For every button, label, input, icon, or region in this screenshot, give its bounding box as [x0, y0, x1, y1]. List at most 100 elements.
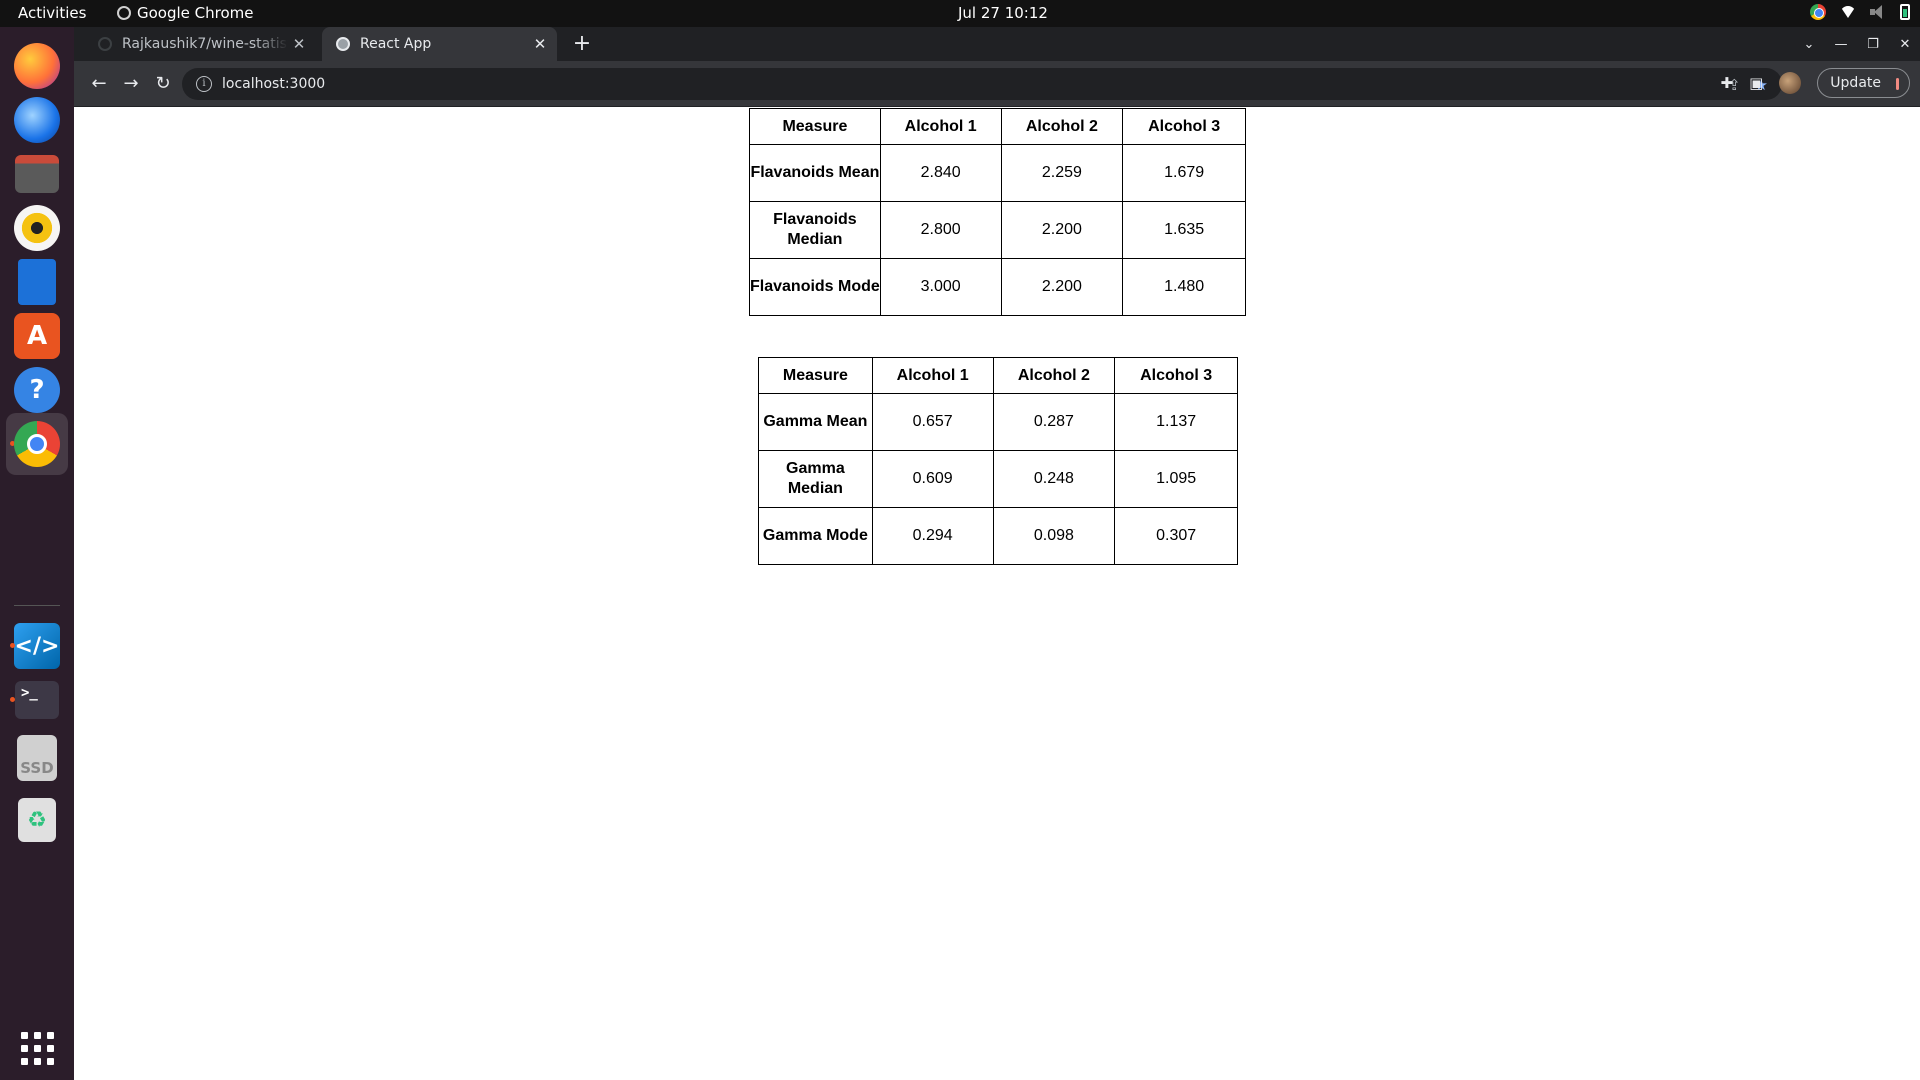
- row-label: Flavanoids Mean: [749, 144, 881, 202]
- table-row: Gamma Mean 0.657 0.287 1.137: [758, 393, 1238, 451]
- table-cell: 0.098: [992, 507, 1116, 565]
- system-tray[interactable]: [1810, 4, 1910, 20]
- header-cell: Alcohol 3: [1114, 357, 1238, 394]
- dock-show-apps[interactable]: [6, 1017, 68, 1079]
- dock-app-center[interactable]: A: [6, 305, 68, 367]
- table-cell: 3.000: [879, 258, 1002, 316]
- forward-icon[interactable]: →: [118, 71, 144, 97]
- header-cell: Alcohol 2: [1000, 108, 1124, 145]
- table-cell: 1.679: [1122, 144, 1246, 202]
- header-cell: Alcohol 1: [871, 357, 994, 394]
- table-row: Flavanoids Mode 3.000 2.200 1.480: [749, 258, 1246, 316]
- table-cell: 2.200: [1000, 201, 1124, 259]
- rhythmbox-icon: [14, 205, 60, 251]
- tab-title: React App: [360, 36, 432, 52]
- row-label: Flavanoids Mode: [749, 258, 881, 316]
- browser-toolbar: ← → ↻ i localhost:3000 ⇪ ★ ✚ ▣ Update: [74, 61, 1920, 107]
- table-cell: 0.307: [1114, 507, 1238, 565]
- header-cell: Alcohol 1: [879, 108, 1002, 145]
- site-info-icon[interactable]: i: [196, 76, 212, 92]
- activities-button[interactable]: Activities: [18, 4, 86, 22]
- row-label: Flavanoids Median: [749, 201, 881, 259]
- dock-writer[interactable]: [6, 251, 68, 313]
- table-cell: 0.287: [992, 393, 1116, 451]
- table-cell: 2.200: [1000, 258, 1124, 316]
- dock-trash[interactable]: ♻: [6, 789, 68, 851]
- table-cell: 2.840: [879, 144, 1002, 202]
- table-cell: 0.248: [992, 450, 1116, 508]
- close-tab-icon[interactable]: ✕: [288, 35, 310, 53]
- dock-firefox[interactable]: [6, 35, 68, 97]
- battery-icon[interactable]: [1900, 4, 1910, 20]
- show-apps-icon: [20, 1031, 54, 1065]
- running-indicator: [10, 697, 15, 702]
- profile-avatar[interactable]: [1779, 72, 1802, 94]
- new-tab-button[interactable]: +: [568, 30, 596, 58]
- tab-title: Rajkaushik7/wine-statistics: [122, 36, 288, 52]
- table-cell: 1.635: [1122, 201, 1246, 259]
- app-name: Google Chrome: [137, 4, 254, 22]
- ssd-drive-icon: SSD: [17, 735, 57, 781]
- header-cell: Measure: [749, 108, 881, 145]
- close-tab-icon[interactable]: ✕: [529, 35, 551, 53]
- libreoffice-writer-icon: [18, 259, 56, 305]
- volume-muted-icon[interactable]: [1870, 5, 1886, 19]
- extensions-puzzle-icon[interactable]: ✚: [1721, 74, 1734, 92]
- browser-window: Rajkaushik7/wine-statistics ✕ React App …: [74, 27, 1920, 1080]
- update-button[interactable]: Update: [1817, 68, 1910, 98]
- reload-icon[interactable]: ↻: [150, 71, 176, 97]
- table-cell: 0.609: [871, 450, 994, 508]
- header-cell: Alcohol 3: [1122, 108, 1246, 145]
- dock-help[interactable]: ?: [6, 359, 68, 421]
- table-row: Flavanoids Median 2.800 2.200 1.635: [749, 201, 1246, 259]
- table-row: Gamma Mode 0.294 0.098 0.307: [758, 507, 1238, 565]
- dock-vscode[interactable]: </>: [6, 615, 68, 677]
- tab-react-app[interactable]: React App ✕: [322, 27, 557, 61]
- address-bar[interactable]: i localhost:3000 ⇪ ★: [182, 68, 1782, 100]
- table-row: Gamma Median 0.609 0.248 1.095: [758, 450, 1238, 508]
- dock-ssd[interactable]: SSD: [6, 727, 68, 789]
- help-icon: ?: [14, 367, 60, 413]
- globe-favicon-icon: [336, 37, 350, 51]
- app-center-icon: A: [14, 313, 60, 359]
- tab-github[interactable]: Rajkaushik7/wine-statistics ✕: [84, 27, 316, 61]
- close-window-icon[interactable]: ✕: [1894, 37, 1916, 52]
- side-panel-icon[interactable]: ▣: [1749, 74, 1763, 92]
- dock-terminal[interactable]: >_: [6, 669, 68, 731]
- chrome-tray-icon[interactable]: [1810, 4, 1826, 20]
- table-row: Flavanoids Mean 2.840 2.259 1.679: [749, 144, 1246, 202]
- dock-separator: [14, 605, 60, 606]
- vscode-icon: </>: [14, 623, 60, 669]
- running-indicator: [10, 643, 15, 648]
- restore-icon[interactable]: ❐: [1862, 37, 1884, 52]
- back-icon[interactable]: ←: [86, 71, 112, 97]
- table-cell: 1.095: [1114, 450, 1238, 508]
- trash-icon: ♻: [18, 798, 56, 842]
- wifi-icon[interactable]: [1840, 6, 1856, 18]
- tab-search-icon[interactable]: ⌄: [1798, 37, 1820, 52]
- table-header-row: Measure Alcohol 1 Alcohol 2 Alcohol 3: [749, 108, 1246, 145]
- app-menu[interactable]: Google Chrome: [117, 4, 254, 22]
- table-cell: 2.259: [1000, 144, 1124, 202]
- dock-files[interactable]: [6, 143, 68, 205]
- url-text[interactable]: localhost:3000: [222, 76, 325, 92]
- github-favicon-icon: [98, 37, 112, 51]
- dock-thunderbird[interactable]: [6, 89, 68, 151]
- header-cell: Alcohol 2: [992, 357, 1116, 394]
- window-controls: ⌄ — ❐ ✕: [1798, 27, 1916, 61]
- row-label: Gamma Mode: [758, 507, 873, 565]
- clock[interactable]: Jul 27 10:12: [958, 4, 1048, 22]
- gamma-table: Measure Alcohol 1 Alcohol 2 Alcohol 3 Ga…: [758, 357, 1238, 565]
- toolbar-actions: ✚ ▣ Update: [1721, 68, 1910, 98]
- chrome-icon: [14, 421, 60, 467]
- dock-chrome[interactable]: [6, 413, 68, 475]
- header-cell: Measure: [758, 357, 873, 394]
- table-cell: 0.294: [871, 507, 994, 565]
- dock-rhythmbox[interactable]: [6, 197, 68, 259]
- table-cell: 1.480: [1122, 258, 1246, 316]
- minimize-icon[interactable]: —: [1830, 37, 1852, 52]
- flavanoids-table: Measure Alcohol 1 Alcohol 2 Alcohol 3 Fl…: [749, 108, 1246, 316]
- table-header-row: Measure Alcohol 1 Alcohol 2 Alcohol 3: [758, 357, 1238, 394]
- table-cell: 2.800: [879, 201, 1002, 259]
- table-cell: 0.657: [871, 393, 994, 451]
